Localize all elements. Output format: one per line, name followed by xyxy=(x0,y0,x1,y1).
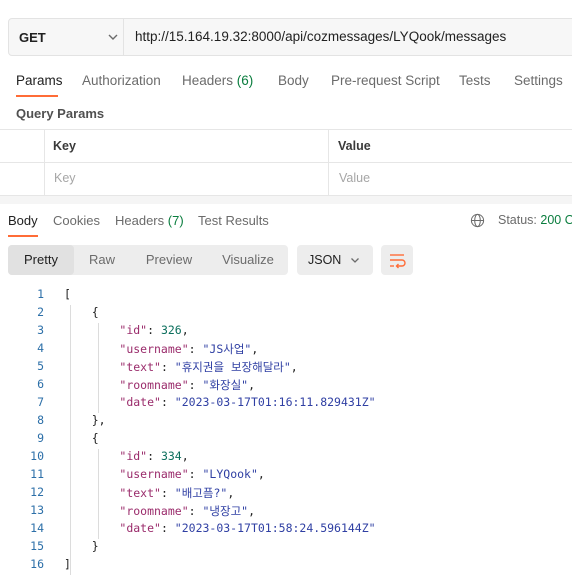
format-label: JSON xyxy=(308,253,342,267)
line-number: 11 xyxy=(30,467,44,481)
response-status: Status: 200 O xyxy=(498,213,572,227)
line-number: 1 xyxy=(37,287,44,301)
code-text: "text": "휴지권을 보장해달라", xyxy=(119,360,298,374)
globe-icon[interactable] xyxy=(470,213,485,228)
method-select[interactable]: GET xyxy=(8,18,124,56)
response-tab-cookies[interactable]: Cookies xyxy=(53,213,100,228)
line-number: 6 xyxy=(37,377,44,391)
value-input[interactable]: Value xyxy=(339,171,370,185)
view-raw-button[interactable]: Raw xyxy=(78,245,126,275)
line-number: 2 xyxy=(37,305,44,319)
code-text: "date": "2023-03-17T01:16:11.829431Z" xyxy=(119,395,376,409)
line-number: 8 xyxy=(37,413,44,427)
chevron-down-icon xyxy=(108,34,118,40)
line-number: 9 xyxy=(37,431,44,445)
tab-headers[interactable]: Headers (6) xyxy=(182,73,253,88)
tab-body[interactable]: Body xyxy=(278,73,309,88)
response-tab-body[interactable]: Body xyxy=(8,213,38,228)
status-value: 200 O xyxy=(540,213,572,227)
line-number: 12 xyxy=(30,485,44,499)
status-label: Status: xyxy=(498,213,537,227)
view-visualize-button[interactable]: Visualize xyxy=(212,245,284,275)
line-number: 7 xyxy=(37,395,44,409)
code-text: "id": 334, xyxy=(119,449,189,463)
line-number: 16 xyxy=(30,557,44,571)
tab-pre-request-script[interactable]: Pre-request Script xyxy=(331,73,440,88)
method-label: GET xyxy=(19,29,46,45)
line-number: 4 xyxy=(37,341,44,355)
chevron-down-icon xyxy=(351,258,359,263)
key-column-header: Key xyxy=(53,139,76,153)
line-number: 10 xyxy=(30,449,44,463)
line-number: 3 xyxy=(37,323,44,337)
wrap-lines-icon xyxy=(390,254,406,269)
wrap-lines-button[interactable] xyxy=(381,245,413,275)
tab-headers-count: (6) xyxy=(236,73,254,88)
table-column-divider xyxy=(44,129,45,195)
code-text: "text": "배고픔?", xyxy=(119,486,235,500)
tab-tests[interactable]: Tests xyxy=(459,73,491,88)
response-tab-headers[interactable]: Headers (7) xyxy=(115,213,184,228)
line-number: 5 xyxy=(37,359,44,373)
indent-guide xyxy=(70,305,71,575)
line-number: 13 xyxy=(30,503,44,517)
code-text: "date": "2023-03-17T01:58:24.596144Z" xyxy=(119,521,376,535)
active-tab-indicator xyxy=(16,95,58,97)
response-tab-test-results[interactable]: Test Results xyxy=(198,213,269,228)
code-text: "username": "JS사업", xyxy=(119,342,259,356)
view-preview-button[interactable]: Preview xyxy=(136,245,202,275)
tab-params[interactable]: Params xyxy=(16,73,63,88)
indent-guide xyxy=(98,449,99,539)
code-text: "roomname": "화장실", xyxy=(119,378,256,392)
code-text: "id": 326, xyxy=(119,323,189,337)
table-column-divider xyxy=(328,129,329,195)
pane-divider[interactable] xyxy=(0,196,572,204)
line-number: 14 xyxy=(30,521,44,535)
tab-settings[interactable]: Settings xyxy=(514,73,563,88)
tab-headers-label: Headers xyxy=(182,73,234,88)
code-text: "username": "LYQook", xyxy=(119,467,265,481)
view-pretty-button[interactable]: Pretty xyxy=(8,245,74,275)
indent-guide xyxy=(98,323,99,413)
response-tab-headers-count: (7) xyxy=(167,213,184,228)
code-text: "roomname": "냉장고", xyxy=(119,504,256,518)
url-input[interactable]: http://15.164.19.32:8000/api/cozmessages… xyxy=(124,18,506,56)
response-tab-headers-label: Headers xyxy=(115,213,165,228)
table-divider xyxy=(0,129,572,130)
line-number: 15 xyxy=(30,539,44,553)
tab-authorization[interactable]: Authorization xyxy=(82,73,161,88)
table-divider xyxy=(0,162,572,163)
value-column-header: Value xyxy=(338,139,371,153)
code-text: [ xyxy=(64,287,71,301)
query-params-title: Query Params xyxy=(16,106,105,121)
format-select[interactable]: JSON xyxy=(297,245,373,275)
active-response-tab-indicator xyxy=(8,235,38,237)
key-input[interactable]: Key xyxy=(54,171,76,185)
